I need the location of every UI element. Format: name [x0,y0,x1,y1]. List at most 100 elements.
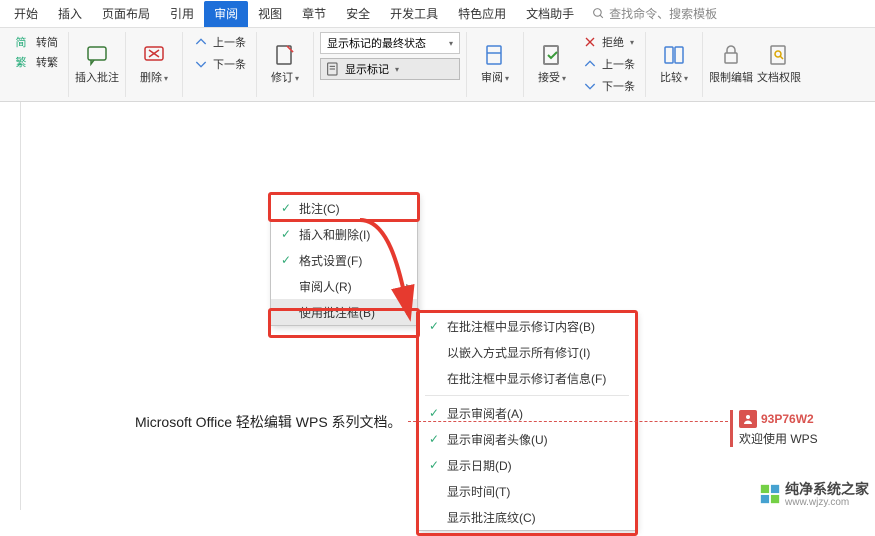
comment-connector-line [408,421,728,422]
submenu-show-reviewer[interactable]: ✓显示审阅者(A) [419,400,635,426]
reject-icon [582,34,598,50]
submenu-show-reviser-info[interactable]: 在批注框中显示修订者信息(F) [419,365,635,391]
menu-item-label: 以嵌入方式显示所有修订(I) [447,344,590,361]
review-pane-icon [483,43,507,67]
comment-author: 93P76W2 [761,412,814,426]
submenu-show-comment-shading[interactable]: 显示批注底纹(C) [419,504,635,530]
check-icon: ✓ [279,227,293,241]
prev-change-button[interactable]: 上一条 [578,54,639,74]
menu-item-balloons[interactable]: 使用批注框(B) ▸ [271,299,417,325]
menu-item-label: 在批注框中显示修订者信息(F) [447,370,606,387]
ribbon-label: 显示标记 [345,61,389,77]
compare-button[interactable]: 比较▾ [652,32,696,96]
tab-chapters[interactable]: 章节 [292,1,336,27]
next-change-button[interactable]: 下一条 [578,76,639,96]
prev-comment-button[interactable]: 上一条 [189,32,250,52]
review-pane-button[interactable]: 审阅▾ [473,32,517,96]
tab-security[interactable]: 安全 [336,1,380,27]
page-edge [20,102,21,510]
menu-item-label: 插入和删除(I) [299,226,370,243]
chevron-down-icon: ▾ [562,74,566,83]
check-icon: ✓ [279,201,293,215]
submenu-arrow-icon: ▸ [406,307,411,318]
arrow-down-icon [193,56,209,72]
show-markup-icon [325,61,341,77]
convert-simplified-button[interactable]: 简 转简 [6,32,62,52]
restrict-editing-button[interactable]: 限制编辑 [709,32,753,96]
menu-item-formatting[interactable]: ✓格式设置(F) [271,247,417,273]
chevron-down-icon: ▾ [684,74,688,83]
ribbon-label: 转繁 [36,54,58,70]
tab-references[interactable]: 引用 [160,1,204,27]
tab-review[interactable]: 审阅 [204,1,248,27]
chevron-down-icon: ▾ [505,74,509,83]
menu-item-label: 格式设置(F) [299,252,362,269]
submenu-show-time[interactable]: 显示时间(T) [419,478,635,504]
submenu-show-reviewer-avatar[interactable]: ✓显示审阅者头像(U) [419,426,635,452]
tab-view[interactable]: 视图 [248,1,292,27]
ribbon-label: 删除▾ [140,69,168,85]
submenu-show-revisions-balloon[interactable]: ✓ 在批注框中显示修订内容(B) [419,313,635,339]
tab-featured[interactable]: 特色应用 [448,1,516,27]
chevron-down-icon: ▾ [449,39,453,48]
avatar-icon [739,410,757,428]
chevron-down-icon: ▾ [395,65,399,74]
watermark-title: 纯净系统之家 [785,479,869,499]
ribbon-label: 审阅▾ [481,69,509,85]
insert-comment-button[interactable]: 插入批注 [75,32,119,96]
ribbon-label: 转简 [36,34,58,50]
menu-item-label: 审阅人(R) [299,278,352,295]
menu-item-label: 显示审阅者头像(U) [447,431,548,448]
accept-button[interactable]: 接受▾ [530,32,574,96]
convert-traditional-button[interactable]: 繁 转繁 [6,52,62,72]
tab-dochelper[interactable]: 文档助手 [516,1,584,27]
arrow-up-icon [582,56,598,72]
check-icon: ✓ [427,458,441,472]
arrow-up-icon [193,34,209,50]
arrow-down-icon [582,78,598,94]
comment-accent-bar [730,410,733,447]
submenu-show-date[interactable]: ✓显示日期(D) [419,452,635,478]
menu-item-label: 在批注框中显示修订内容(B) [447,318,595,335]
ribbon-label: 插入批注 [75,69,119,85]
display-mode-dropdown[interactable]: 显示标记的最终状态 ▾ [320,32,460,54]
menu-item-label: 批注(C) [299,200,340,217]
check-icon: ✓ [427,319,441,333]
tab-devtools[interactable]: 开发工具 [380,1,448,27]
tab-start[interactable]: 开始 [4,1,48,27]
menu-item-label: 使用批注框(B) [299,304,375,321]
doc-permissions-button[interactable]: 文档权限 [757,32,801,96]
show-markup-menu: ✓批注(C) ✓插入和删除(I) ✓格式设置(F) 审阅人(R)▸ 使用批注框(… [270,194,418,326]
insert-comment-icon [85,43,109,67]
menu-item-comments[interactable]: ✓ 批注(C) [271,195,417,221]
convert-simplified-icon: 简 [10,31,32,53]
document-body-text[interactable]: Microsoft Office 轻松编辑 WPS 系列文档。 [135,412,402,432]
menu-item-reviewers[interactable]: 审阅人(R)▸ [271,273,417,299]
delete-comment-button[interactable]: 删除▾ [132,32,176,96]
chevron-down-icon: ▾ [295,74,299,83]
ribbon-label: 比较▾ [660,69,688,85]
ribbon-label: 修订▾ [271,69,299,85]
watermark: 纯净系统之家 www.wjzy.com [759,479,869,508]
chevron-down-icon: ▾ [164,74,168,83]
ribbon-label: 接受▾ [538,69,566,85]
ribbon: 简 转简 繁 转繁 插入批注 删除▾ 上一条 下一条 修订▾ 显示标记的最终状态… [0,28,875,102]
lock-icon [719,43,743,67]
menu-item-insertions[interactable]: ✓ 插入和删除(I) [271,221,417,247]
search-icon [592,7,605,20]
ribbon-label: 下一条 [213,56,246,72]
command-search[interactable]: 查找命令、搜索模板 [592,5,717,22]
track-changes-button[interactable]: 修订▾ [263,32,307,96]
check-icon: ✓ [427,406,441,420]
watermark-logo-icon [759,483,781,505]
ribbon-label: 上一条 [602,56,635,72]
comment-balloon[interactable]: 93P76W2 欢迎使用 WPS [730,410,818,447]
reject-button[interactable]: 拒绝▾ [578,32,639,52]
convert-traditional-icon: 繁 [10,51,32,73]
show-markup-dropdown[interactable]: 显示标记 ▾ [320,58,460,80]
submenu-show-revisions-inline[interactable]: 以嵌入方式显示所有修订(I) [419,339,635,365]
tab-layout[interactable]: 页面布局 [92,1,160,27]
ribbon-label: 下一条 [602,78,635,94]
next-comment-button[interactable]: 下一条 [189,54,250,74]
tab-insert[interactable]: 插入 [48,1,92,27]
